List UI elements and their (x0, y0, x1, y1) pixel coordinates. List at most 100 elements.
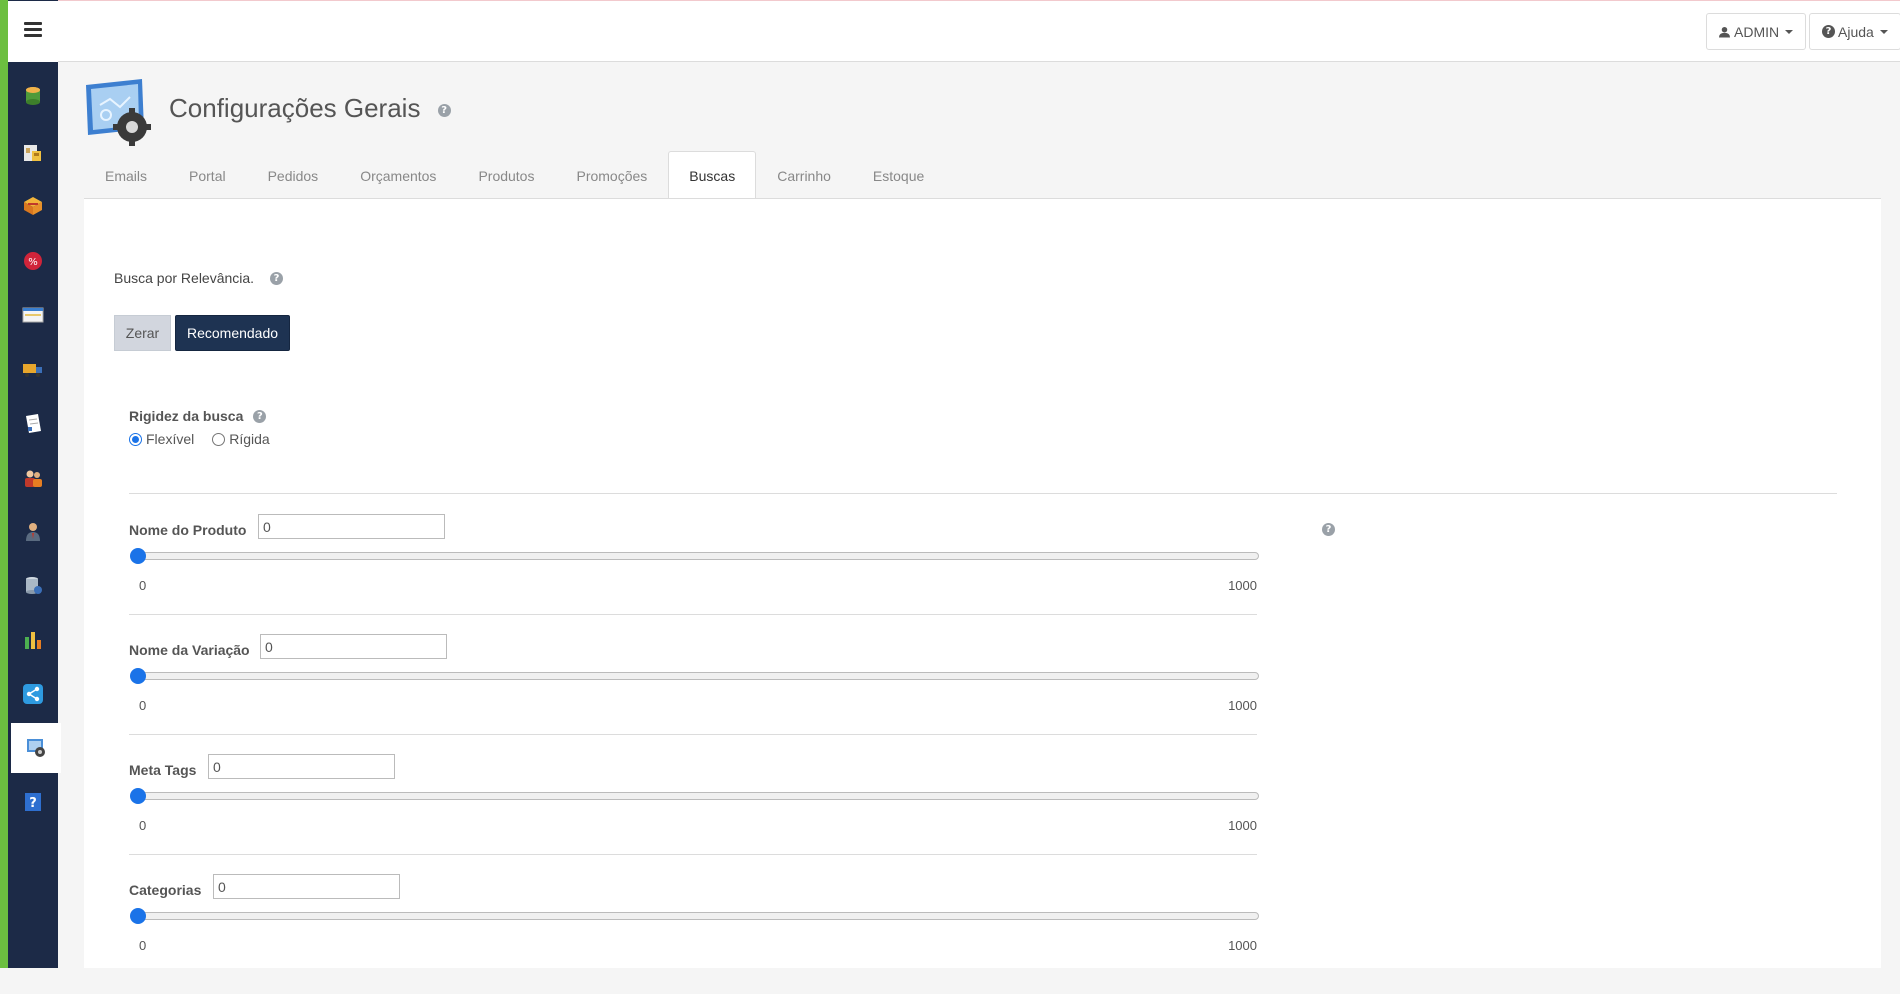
users-icon (25, 470, 42, 487)
rigidity-help-icon[interactable]: ? (253, 409, 267, 423)
tab-produtos[interactable]: Produtos (457, 151, 555, 199)
field-label: Meta Tags (129, 762, 197, 778)
settings-icon (27, 739, 45, 757)
document-icon (26, 414, 41, 433)
sidebar-item-store[interactable] (8, 127, 58, 177)
top-navbar: ADMIN ? Ajuda (58, 1, 1900, 62)
tab-promocoes[interactable]: Promoções (555, 151, 668, 199)
database-icon (26, 87, 40, 105)
radio-rigida-input[interactable] (212, 432, 226, 446)
help-menu-label: Ajuda (1838, 23, 1874, 40)
chart-icon (25, 632, 41, 649)
tab-portal[interactable]: Portal (168, 151, 247, 199)
chevron-down-icon (1879, 29, 1888, 34)
slider-track[interactable] (137, 672, 1259, 680)
rigidity-label: Rigidez da busca (129, 408, 244, 424)
radio-rigida-label: Rígida (229, 431, 270, 447)
store-icon (24, 145, 41, 161)
weight-input[interactable] (260, 634, 447, 659)
sidebar-item-user[interactable] (8, 507, 58, 557)
tab-buscas[interactable]: Buscas (668, 151, 757, 199)
slider-track[interactable] (137, 552, 1259, 560)
radio-flexivel-input[interactable] (129, 432, 142, 446)
hamburger-menu-icon[interactable] (24, 22, 42, 38)
admin-user-menu[interactable]: ADMIN (1706, 13, 1807, 50)
weight-input[interactable] (258, 514, 445, 539)
recommended-button[interactable]: Recomendado (175, 315, 290, 351)
slider-min-label: 0 (139, 698, 147, 713)
sidebar-item-server[interactable] (8, 561, 58, 611)
settings-tabs: Emails Portal Pedidos Orçamentos Produto… (84, 151, 945, 199)
slider-thumb[interactable] (130, 908, 146, 924)
slider-thumb[interactable] (130, 788, 146, 804)
user-icon (1719, 26, 1730, 37)
relevance-section-label: Busca por Relevância. ? (114, 270, 284, 286)
rigidity-section-label: Rigidez da busca ? (129, 408, 267, 424)
sidebar-item-window[interactable] (8, 290, 58, 340)
radio-rigida[interactable]: Rígida (212, 431, 270, 447)
sidebar-item-products[interactable] (8, 181, 58, 231)
weight-field-meta-tags: Meta Tags 0 1000 (129, 754, 1259, 874)
weight-field-nome-produto: Nome do Produto 0 1000 ? (129, 514, 1335, 634)
sidebar-item-discount[interactable]: % (8, 236, 58, 286)
slider-max-label: 1000 (1228, 578, 1257, 593)
slider-max-label: 1000 (1228, 698, 1257, 713)
radio-flexivel-label: Flexível (146, 431, 195, 447)
radio-flexivel[interactable]: Flexível (129, 431, 194, 447)
left-accent-strip (0, 0, 8, 968)
field-label: Nome da Variação (129, 642, 250, 658)
slider-min-label: 0 (139, 578, 147, 593)
tab-carrinho[interactable]: Carrinho (756, 151, 852, 199)
truck-icon (23, 364, 42, 377)
slider-min-label: 0 (139, 938, 147, 953)
settings-page-icon (86, 79, 151, 146)
sidebar-item-help[interactable]: ? (8, 777, 58, 827)
share-icon (23, 684, 43, 704)
field-divider (129, 614, 1257, 615)
field-help-icon[interactable]: ? (1322, 523, 1335, 536)
slider-thumb[interactable] (130, 548, 146, 564)
help-menu[interactable]: ? Ajuda (1809, 13, 1900, 50)
sidebar-item-share[interactable] (8, 669, 58, 719)
page-title: Configurações Gerais ? (169, 93, 451, 124)
sidebar-item-documents[interactable] (8, 399, 58, 449)
sidebar-item-reports[interactable] (8, 615, 58, 665)
help-book-icon: ? (25, 793, 41, 811)
tab-estoque[interactable]: Estoque (852, 151, 945, 199)
field-divider (129, 854, 1257, 855)
user-icon (26, 523, 40, 541)
sidebar-item-shipping[interactable] (8, 344, 58, 394)
title-help-icon[interactable]: ? (437, 103, 451, 117)
admin-label: ADMIN (1734, 23, 1780, 40)
relevance-help-icon[interactable]: ? (270, 271, 284, 285)
slider-max-label: 1000 (1228, 938, 1257, 953)
sidebar-item-users[interactable] (8, 453, 58, 503)
slider-max-label: 1000 (1228, 818, 1257, 833)
chevron-down-icon (1785, 29, 1794, 34)
weight-input[interactable] (213, 874, 400, 899)
weight-field-categorias: Categorias 0 1000 (129, 874, 1259, 994)
svg-text:?: ? (29, 796, 37, 811)
tab-pedidos[interactable]: Pedidos (247, 151, 340, 199)
sidebar-item-settings[interactable] (11, 723, 61, 773)
slider-track[interactable] (137, 792, 1259, 800)
field-label: Categorias (129, 882, 202, 898)
sidebar: % ? (8, 0, 61, 968)
field-divider (129, 734, 1257, 735)
slider-thumb[interactable] (130, 668, 146, 684)
window-icon (22, 307, 44, 323)
slider-min-label: 0 (139, 818, 147, 833)
products-icon (24, 197, 42, 215)
weight-field-nome-variacao: Nome da Variação 0 1000 (129, 634, 1259, 754)
sidebar-header (8, 1, 58, 62)
weight-input[interactable] (208, 754, 395, 779)
tab-emails[interactable]: Emails (84, 151, 168, 199)
field-label: Nome do Produto (129, 522, 247, 538)
tab-orcamentos[interactable]: Orçamentos (339, 151, 457, 199)
slider-track[interactable] (137, 912, 1259, 920)
svg-text:%: % (28, 257, 38, 268)
search-settings-panel: Busca por Relevância. ? Zerar Recomendad… (84, 198, 1881, 968)
discount-icon: % (24, 252, 42, 270)
reset-button[interactable]: Zerar (114, 315, 171, 351)
sidebar-item-database[interactable] (8, 71, 58, 121)
